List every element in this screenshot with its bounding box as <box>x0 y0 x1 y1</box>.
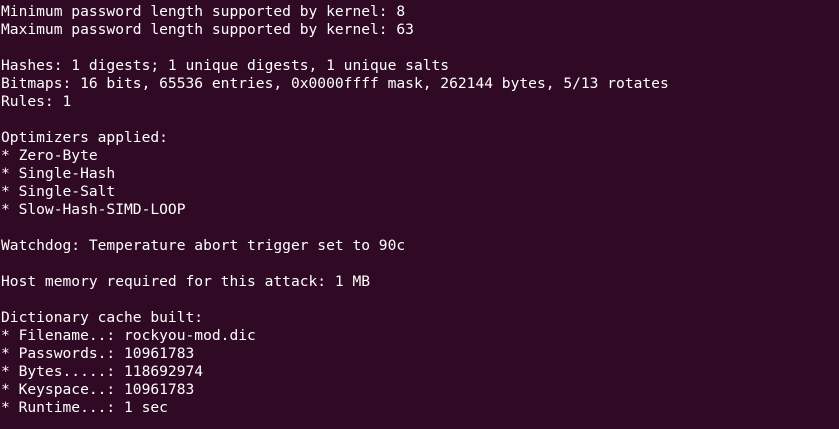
terminal-line-watchdog: Watchdog: Temperature abort trigger set … <box>1 237 406 254</box>
terminal-line-optimizers-heading: Optimizers applied: <box>1 129 168 146</box>
terminal-line-optimizer-item: * Zero-Byte <box>1 147 98 164</box>
terminal-line-dictionary-keyspace: * Keyspace..: 10961783 <box>1 381 195 398</box>
terminal-line-dictionary-bytes: * Bytes.....: 118692974 <box>1 363 204 380</box>
terminal-line-hashes: Hashes: 1 digests; 1 unique digests, 1 u… <box>1 57 450 74</box>
terminal-line-dictionary-heading: Dictionary cache built: <box>1 309 204 326</box>
terminal-line-bitmaps: Bitmaps: 16 bits, 65536 entries, 0x0000f… <box>1 75 669 92</box>
terminal-line-max-password-length: Maximum password length supported by ker… <box>1 21 414 38</box>
terminal-line-optimizer-item: * Single-Salt <box>1 183 116 200</box>
terminal-window[interactable]: Minimum password length supported by ker… <box>0 0 839 429</box>
terminal-line-dictionary-passwords: * Passwords.: 10961783 <box>1 345 195 362</box>
terminal-line-dictionary-runtime: * Runtime...: 1 sec <box>1 399 168 416</box>
terminal-line-dictionary-filename: * Filename..: rockyou-mod.dic <box>1 327 256 344</box>
terminal-line-host-memory: Host memory required for this attack: 1 … <box>1 273 371 290</box>
terminal-line-optimizer-item: * Slow-Hash-SIMD-LOOP <box>1 201 186 218</box>
terminal-line-optimizer-item: * Single-Hash <box>1 165 116 182</box>
terminal-line-rules: Rules: 1 <box>1 93 72 110</box>
terminal-line-min-password-length: Minimum password length supported by ker… <box>1 3 406 20</box>
